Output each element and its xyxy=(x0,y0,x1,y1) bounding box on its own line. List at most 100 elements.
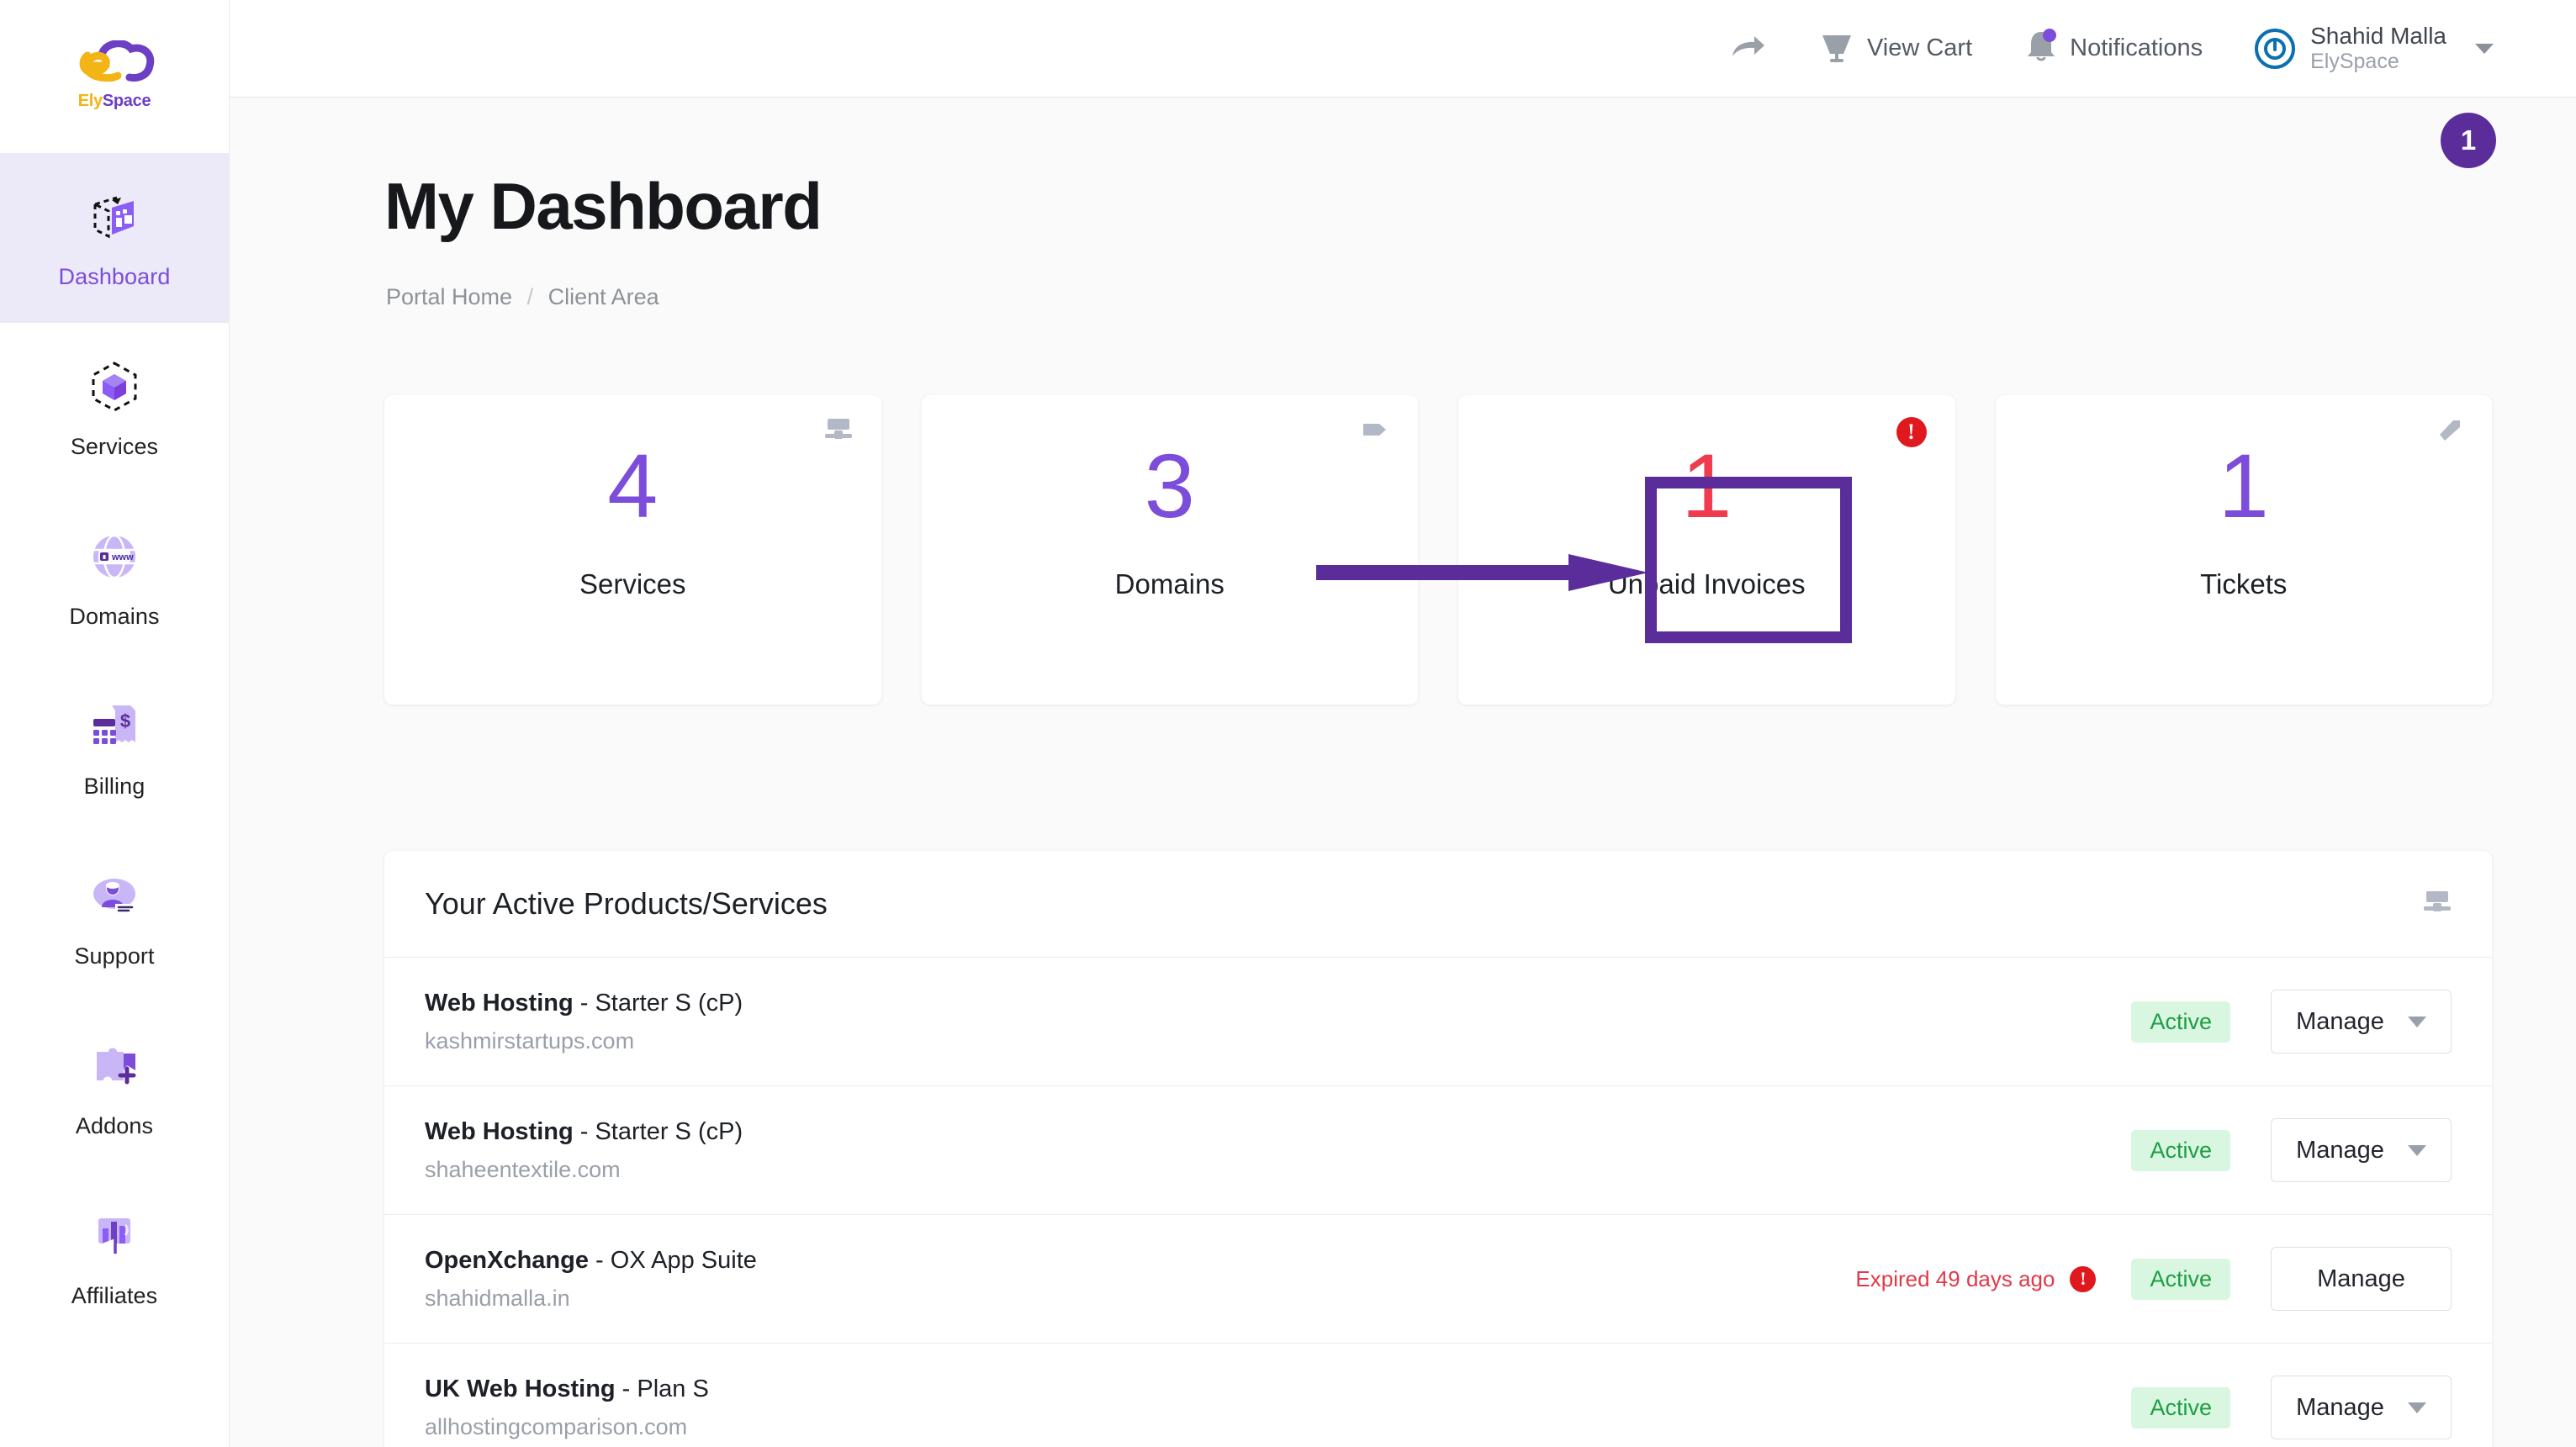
view-cart-button[interactable]: View Cart xyxy=(1818,29,1972,68)
sidebar-item-domains[interactable]: www Domains xyxy=(0,493,229,663)
manage-button[interactable]: Manage xyxy=(2271,1376,2452,1439)
dashboard-icon xyxy=(84,187,145,247)
service-plan: - Starter S (cP) xyxy=(573,1117,743,1145)
user-identity: Shahid Malla ElySpace xyxy=(2310,23,2446,74)
share-button[interactable] xyxy=(1729,29,1766,67)
main-content: My Dashboard Portal Home / Client Area 4… xyxy=(230,98,2576,1447)
notification-bell-icon xyxy=(2024,27,2058,70)
breadcrumb-current: Client Area xyxy=(547,284,659,309)
stat-label: Tickets xyxy=(2200,568,2288,599)
manage-label: Manage xyxy=(2296,1136,2384,1164)
sidebar-item-support[interactable]: Support xyxy=(0,832,229,1002)
cloud-e-icon xyxy=(79,40,155,82)
service-name: UK Web Hosting - Plan S xyxy=(425,1376,2131,1403)
manage-button[interactable]: Manage xyxy=(2271,1247,2452,1311)
notifications-label: Notifications xyxy=(2070,34,2203,61)
server-icon xyxy=(2423,890,2452,919)
svg-text:$: $ xyxy=(120,710,130,731)
chevron-down-icon xyxy=(2407,1016,2426,1027)
elyspace-logo-mark: ElySpace xyxy=(69,40,160,113)
app-root: ElySpace Dashboard Services www Domains … xyxy=(0,0,2576,1447)
logo-wordmark: ElySpace xyxy=(69,92,160,111)
stat-card-unpaid-invoices[interactable]: ! 1 Unpaid Invoices xyxy=(1458,395,1955,705)
affiliates-chart-megaphone-icon xyxy=(84,1206,145,1266)
service-info: Web Hosting - Starter S (cP) kashmirstar… xyxy=(425,990,2131,1054)
table-row[interactable]: Web Hosting - Starter S (cP) shaheentext… xyxy=(384,1085,2492,1214)
status-badge: Active xyxy=(2131,1386,2230,1429)
stat-card-domains[interactable]: 3 Domains xyxy=(921,395,1418,705)
sidebar-item-dashboard[interactable]: Dashboard xyxy=(0,153,229,323)
billing-invoice-dollar-icon: $ xyxy=(84,696,145,757)
brand-logo[interactable]: ElySpace xyxy=(0,0,229,153)
logo-word-ely: Ely xyxy=(77,92,103,110)
service-domain: shaheentextile.com xyxy=(425,1156,621,1182)
sidebar-item-label: Billing xyxy=(83,773,145,799)
sidebar-item-label: Addons xyxy=(75,1112,154,1138)
breadcrumb-separator: / xyxy=(526,284,534,309)
expired-text: Expired 49 days ago xyxy=(1855,1265,2055,1291)
service-info: UK Web Hosting - Plan S allhostingcompar… xyxy=(425,1376,2131,1440)
service-domain: allhostingcomparison.com xyxy=(425,1413,688,1439)
active-products-panel: Your Active Products/Services Web Hostin… xyxy=(384,851,2492,1447)
top-header: View Cart Notifications Shahid Malla Ely… xyxy=(230,0,2576,98)
table-row[interactable]: OpenXchange - OX App Suite shahidmalla.i… xyxy=(384,1214,2492,1343)
sidebar-item-label: Dashboard xyxy=(58,263,171,289)
service-name: Web Hosting - Starter S (cP) xyxy=(425,990,2131,1017)
stat-value: 3 xyxy=(1144,435,1195,536)
service-product: OpenXchange xyxy=(425,1246,589,1274)
sidebar-item-services[interactable]: Services xyxy=(0,323,229,493)
service-plan: - Plan S xyxy=(615,1375,709,1402)
table-row[interactable]: UK Web Hosting - Plan S allhostingcompar… xyxy=(384,1343,2492,1447)
stat-value: 1 xyxy=(2218,435,2269,536)
service-product: UK Web Hosting xyxy=(425,1375,616,1402)
status-badge: Active xyxy=(2131,1129,2230,1171)
manage-button[interactable]: Manage xyxy=(2271,990,2452,1054)
service-domain: kashmirstartups.com xyxy=(425,1027,635,1054)
manage-label: Manage xyxy=(2296,1393,2384,1421)
share-arrow-icon xyxy=(1729,29,1766,67)
sidebar: ElySpace Dashboard Services www Domains … xyxy=(0,0,230,1447)
annotation-step-badge: 1 xyxy=(2441,113,2496,168)
expired-notice: Expired 49 days ago ! xyxy=(1855,1265,2097,1292)
table-row[interactable]: Web Hosting - Starter S (cP) kashmirstar… xyxy=(384,957,2492,1085)
support-agent-icon xyxy=(84,866,145,927)
service-domain: shahidmalla.in xyxy=(425,1285,570,1311)
domains-globe-www-icon: www xyxy=(84,526,145,587)
sidebar-item-label: Domains xyxy=(69,603,160,629)
sidebar-item-addons[interactable]: Addons xyxy=(0,1002,229,1172)
service-info: OpenXchange - OX App Suite shahidmalla.i… xyxy=(425,1247,1855,1312)
user-menu[interactable]: Shahid Malla ElySpace xyxy=(2255,23,2494,74)
panel-title: Your Active Products/Services xyxy=(425,886,828,921)
stat-cards: 4 Services 3 Domains ! 1 Unpaid Invoices xyxy=(384,395,2492,705)
sidebar-item-label: Support xyxy=(74,943,155,969)
stat-card-tickets[interactable]: 1 Tickets xyxy=(1995,395,2492,705)
chevron-down-icon[interactable] xyxy=(2475,43,2494,54)
service-name: Web Hosting - Starter S (cP) xyxy=(425,1118,2131,1146)
breadcrumb-portal-home[interactable]: Portal Home xyxy=(386,284,512,309)
sidebar-item-affiliates[interactable]: Affiliates xyxy=(0,1172,229,1342)
stat-label: Domains xyxy=(1114,568,1225,599)
sidebar-item-label: Affiliates xyxy=(71,1282,158,1308)
power-button-avatar-icon xyxy=(2255,28,2296,69)
notifications-button[interactable]: Notifications xyxy=(2024,27,2203,70)
service-plan: - OX App Suite xyxy=(589,1246,757,1274)
user-organization: ElySpace xyxy=(2310,50,2399,74)
svg-text:www: www xyxy=(111,552,134,562)
chevron-down-icon xyxy=(2407,1144,2426,1156)
sidebar-item-billing[interactable]: $ Billing xyxy=(0,663,229,832)
status-badge: Active xyxy=(2131,1258,2230,1300)
manage-button[interactable]: Manage xyxy=(2271,1118,2452,1182)
logo-word-space: Space xyxy=(102,92,151,110)
status-badge: Active xyxy=(2131,1001,2230,1043)
chevron-down-icon xyxy=(2407,1402,2426,1413)
service-product: Web Hosting xyxy=(425,989,574,1017)
stat-card-services[interactable]: 4 Services xyxy=(384,395,881,705)
manage-label: Manage xyxy=(2317,1265,2405,1292)
stat-label: Unpaid Invoices xyxy=(1607,568,1806,599)
alert-circle-icon: ! xyxy=(2070,1265,2097,1292)
stat-value: 1 xyxy=(1681,435,1732,536)
service-plan: - Starter S (cP) xyxy=(573,989,743,1017)
breadcrumb: Portal Home / Client Area xyxy=(386,284,659,310)
view-cart-label: View Cart xyxy=(1866,34,1973,61)
service-info: Web Hosting - Starter S (cP) shaheentext… xyxy=(425,1118,2131,1183)
